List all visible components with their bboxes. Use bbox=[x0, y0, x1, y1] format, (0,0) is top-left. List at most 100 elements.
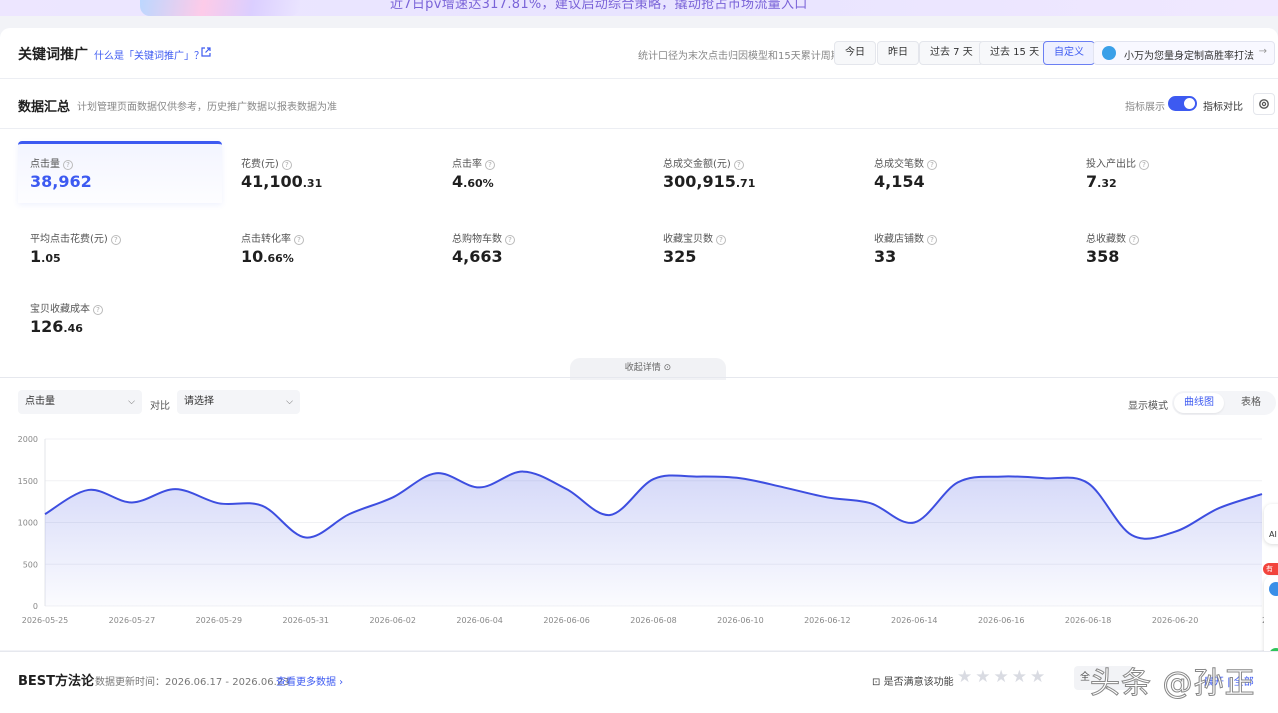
indicator-compare-toggle[interactable] bbox=[1168, 96, 1197, 111]
metric-card[interactable]: 投入产出比? 7.32 bbox=[1074, 141, 1278, 203]
data-point[interactable] bbox=[520, 469, 526, 475]
data-point[interactable] bbox=[85, 487, 91, 493]
metric-card[interactable]: 点击量? 38,962 bbox=[18, 141, 222, 203]
metric-card[interactable]: 总购物车数? 4,663 bbox=[440, 216, 644, 278]
metric-card[interactable]: 点击率? 4.60% bbox=[440, 141, 644, 203]
data-point[interactable] bbox=[42, 511, 48, 517]
data-point[interactable] bbox=[1172, 529, 1178, 535]
data-point[interactable] bbox=[1216, 505, 1222, 511]
help-icon[interactable]: ? bbox=[927, 235, 937, 245]
star-icon[interactable]: ★ bbox=[1030, 667, 1048, 687]
display-mode-label: 显示模式 bbox=[1128, 401, 1168, 412]
data-point[interactable] bbox=[1129, 532, 1135, 538]
star-icon[interactable]: ★ bbox=[1012, 667, 1030, 687]
ai-strategy-promo[interactable]: 小万为您量身定制高胜率打法 → bbox=[1093, 41, 1275, 65]
view-more-link[interactable]: 查看更多数据 › bbox=[276, 673, 343, 688]
compare-select[interactable]: 请选择 ⌵ bbox=[177, 390, 300, 414]
data-point[interactable] bbox=[781, 484, 787, 490]
help-link[interactable]: 什么是「关键词推广」？ bbox=[94, 47, 204, 62]
data-point[interactable] bbox=[303, 535, 309, 541]
metric-card[interactable]: 收藏宝贝数? 325 bbox=[651, 216, 855, 278]
clicks-area-fill bbox=[45, 471, 1262, 606]
data-point[interactable] bbox=[737, 475, 743, 481]
help-icon[interactable]: ? bbox=[1139, 160, 1149, 170]
assistant-icon[interactable] bbox=[1269, 582, 1278, 596]
data-point[interactable] bbox=[1085, 480, 1091, 486]
data-point[interactable] bbox=[216, 500, 222, 506]
x-tick-label: 2026-05-31 bbox=[283, 616, 330, 625]
data-point[interactable] bbox=[346, 511, 352, 517]
help-icon[interactable]: ? bbox=[63, 160, 73, 170]
data-point[interactable] bbox=[259, 503, 265, 509]
metric-card[interactable]: 收藏店铺数? 33 bbox=[862, 216, 1066, 278]
star-icon[interactable]: ★ bbox=[975, 667, 993, 687]
help-icon[interactable]: ? bbox=[294, 235, 304, 245]
star-icon[interactable]: ★ bbox=[957, 667, 975, 687]
data-point[interactable] bbox=[1259, 491, 1265, 497]
metric-card[interactable]: 平均点击花费(元)? 1.05 bbox=[18, 216, 222, 278]
help-icon[interactable]: ? bbox=[485, 160, 495, 170]
external-link-icon[interactable] bbox=[200, 46, 212, 58]
y-tick-label: 500 bbox=[23, 560, 38, 569]
metric-card[interactable]: 点击转化率? 10.66% bbox=[229, 216, 433, 278]
data-point[interactable] bbox=[607, 512, 613, 518]
metric-card[interactable]: 宝贝收藏成本? 126.46 bbox=[18, 286, 222, 348]
metric-value: 4,663 bbox=[452, 247, 503, 266]
metric-card[interactable]: 总成交笔数? 4,154 bbox=[862, 141, 1066, 203]
help-icon[interactable]: ? bbox=[716, 235, 726, 245]
help-icon[interactable]: ? bbox=[505, 235, 515, 245]
data-point[interactable] bbox=[868, 500, 874, 506]
view-more-label: 查看更多数据 bbox=[276, 677, 336, 688]
metric-label: 点击量? bbox=[30, 155, 73, 170]
data-point[interactable] bbox=[390, 494, 396, 500]
data-point[interactable] bbox=[172, 486, 178, 492]
display-mode-switch: 曲线图 表格 bbox=[1172, 391, 1276, 415]
data-point[interactable] bbox=[824, 494, 830, 500]
date-button-7days[interactable]: 过去 7 天 bbox=[919, 41, 984, 65]
section-note: 计划管理页面数据仅供参考，历史推广数据以报表数据为准 bbox=[77, 102, 337, 113]
help-icon[interactable]: ? bbox=[110, 235, 121, 245]
date-button-today[interactable]: 今日 bbox=[834, 41, 876, 65]
data-point[interactable] bbox=[477, 484, 483, 490]
mode-curve-tab[interactable]: 曲线图 bbox=[1174, 393, 1224, 413]
metric-label: 投入产出比? bbox=[1086, 155, 1149, 170]
mode-table-tab[interactable]: 表格 bbox=[1228, 393, 1274, 413]
date-button-custom[interactable]: 自定义 bbox=[1043, 41, 1095, 65]
help-icon[interactable]: ? bbox=[733, 160, 744, 170]
data-point[interactable] bbox=[564, 486, 570, 492]
x-tick-label: 2026-05-25 bbox=[22, 616, 69, 625]
arrow-right-icon: → bbox=[1258, 46, 1267, 57]
metric-card[interactable]: 总收藏数? 358 bbox=[1074, 216, 1278, 278]
data-point[interactable] bbox=[955, 479, 961, 485]
star-icon[interactable]: ★ bbox=[994, 667, 1012, 687]
metric-label: 总收藏数? bbox=[1086, 230, 1139, 245]
data-point[interactable] bbox=[1042, 475, 1048, 481]
data-point[interactable] bbox=[694, 474, 700, 480]
banner-illustration bbox=[140, 0, 300, 16]
y-tick-label: 1000 bbox=[18, 519, 38, 528]
date-button-yesterday[interactable]: 昨日 bbox=[877, 41, 919, 65]
metric-card[interactable]: 花费(元)? 41,100.31 bbox=[229, 141, 433, 203]
rating-stars[interactable]: ★★★★★ bbox=[957, 667, 1048, 687]
metric-label: 点击率? bbox=[452, 155, 495, 170]
data-point[interactable] bbox=[911, 520, 917, 526]
help-icon[interactable]: ? bbox=[93, 305, 103, 315]
metric-card[interactable]: 总成交金额(元)? 300,915.71 bbox=[651, 141, 855, 203]
metric-label: 平均点击花费(元)? bbox=[30, 230, 121, 245]
help-icon[interactable]: ? bbox=[927, 160, 937, 170]
x-tick-label: 2026-06-16 bbox=[978, 616, 1025, 625]
help-icon[interactable]: ? bbox=[1129, 235, 1139, 245]
indicator-compare-label: 指标对比 bbox=[1203, 102, 1243, 113]
settings-button[interactable] bbox=[1253, 93, 1275, 115]
ai-assistant-float[interactable]: AI bbox=[1264, 504, 1278, 544]
help-icon[interactable]: ? bbox=[281, 160, 292, 170]
data-point[interactable] bbox=[651, 476, 657, 482]
metric-select[interactable]: 点击量 ⌵ bbox=[18, 390, 142, 414]
ai-label: AI bbox=[1269, 530, 1277, 539]
date-button-15days[interactable]: 过去 15 天 bbox=[979, 41, 1051, 65]
data-point[interactable] bbox=[129, 499, 135, 505]
best-methodology-section: BEST方法论 数据更新时间：2026.06.17 - 2026.06.23 查… bbox=[0, 651, 1278, 713]
data-point[interactable] bbox=[433, 470, 439, 476]
collapse-chevron-icon: ⊙ bbox=[663, 363, 672, 373]
data-point[interactable] bbox=[998, 474, 1004, 480]
